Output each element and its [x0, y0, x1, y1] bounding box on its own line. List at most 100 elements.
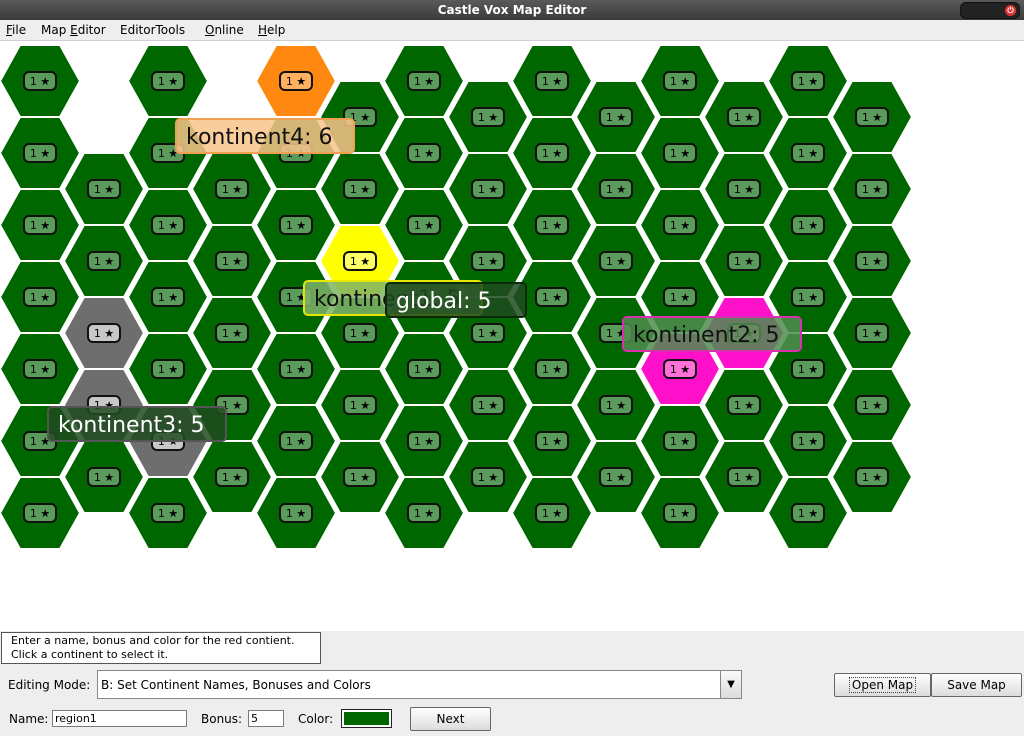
hex-region[interactable]: 1 ★ — [318, 152, 402, 226]
bonus-input[interactable] — [248, 710, 284, 727]
hex-region[interactable]: 1 ★ — [190, 440, 274, 514]
hex-region[interactable]: 1 ★ — [126, 188, 210, 262]
menu-editortools[interactable]: EditorTools — [120, 23, 185, 37]
hex-region[interactable]: 1 ★ — [830, 80, 914, 154]
editing-mode-select[interactable]: B: Set Continent Names, Bonuses and Colo… — [97, 670, 742, 699]
hex-region[interactable]: 1 ★ — [574, 440, 658, 514]
map-canvas[interactable]: 1 ★ 1 ★ 1 ★ 1 ★ 1 ★ 1 ★ 1 ★ 1 ★ 1 ★ 1 ★ 1 ★ 1 ★ 1 ★ 1… — [0, 41, 1024, 631]
open-map-button[interactable]: Open Map — [834, 673, 931, 697]
hex-region[interactable]: 1 ★ — [766, 44, 850, 118]
hex-region[interactable]: 1 ★ — [510, 44, 594, 118]
hex-region[interactable]: 1 ★ — [382, 404, 466, 478]
hex-region[interactable]: 1 ★ — [382, 188, 466, 262]
hex-region[interactable]: 1 ★ — [0, 476, 82, 550]
hex-region[interactable]: 1 ★ — [126, 260, 210, 334]
hex-region[interactable]: 1 ★ — [574, 368, 658, 442]
hex-region[interactable]: 1 ★ — [446, 152, 530, 226]
region-badge-text: 1 ★ — [286, 507, 306, 520]
hex-region[interactable]: 1 ★ — [382, 44, 466, 118]
hex-region[interactable]: 1 ★ — [638, 116, 722, 190]
hex-region[interactable]: 1 ★ — [126, 332, 210, 406]
hex-region[interactable]: 1 ★ — [126, 476, 210, 550]
hex-region[interactable]: 1 ★ — [510, 332, 594, 406]
hex-region[interactable]: 1 ★ — [766, 116, 850, 190]
hex-region[interactable]: 1 ★ — [830, 296, 914, 370]
continent-label[interactable]: kontinent3: 5 — [47, 406, 227, 442]
continent-label[interactable]: kontinent2: 5 — [622, 316, 802, 352]
hex-region[interactable]: 1 ★ — [574, 152, 658, 226]
region-badge-text: 1 ★ — [862, 327, 882, 340]
hex-map[interactable]: 1 ★ 1 ★ 1 ★ 1 ★ 1 ★ 1 ★ 1 ★ 1 ★ 1 ★ 1 ★ 1 ★ 1 ★ 1 ★ 1… — [0, 41, 1024, 631]
hex-region[interactable]: 1 ★ — [318, 440, 402, 514]
region-badge-text: 1 ★ — [542, 147, 562, 160]
window-controls[interactable]: ⏻ — [960, 2, 1020, 19]
hex-region[interactable]: 1 ★ — [382, 332, 466, 406]
hex-region[interactable]: 1 ★ — [318, 368, 402, 442]
continent-label[interactable]: global: 5 — [385, 282, 527, 318]
hex-region[interactable]: 1 ★ — [702, 80, 786, 154]
hex-region[interactable]: 1 ★ — [190, 296, 274, 370]
save-map-button[interactable]: Save Map — [931, 673, 1022, 697]
hex-region[interactable]: 1 ★ — [62, 440, 146, 514]
hex-region[interactable]: 1 ★ — [62, 224, 146, 298]
hex-region[interactable]: 1 ★ — [638, 44, 722, 118]
hex-region[interactable]: 1 ★ — [0, 260, 82, 334]
hex-region[interactable]: 1 ★ — [382, 116, 466, 190]
hex-region[interactable]: 1 ★ — [574, 224, 658, 298]
hex-region[interactable]: 1 ★ — [702, 152, 786, 226]
next-button[interactable]: Next — [410, 707, 491, 731]
region-badge-text: 1 ★ — [670, 219, 690, 232]
hex-region[interactable]: 1 ★ — [510, 188, 594, 262]
hex-region[interactable]: 1 ★ — [638, 188, 722, 262]
hex-region[interactable]: 1 ★ — [254, 476, 338, 550]
menu-map-editor[interactable]: Map Editor — [41, 23, 106, 37]
region-badge-text: 1 ★ — [734, 111, 754, 124]
hex-region[interactable]: 1 ★ — [0, 44, 82, 118]
hex-region[interactable]: 1 ★ — [830, 152, 914, 226]
hex-region[interactable]: 1 ★ — [766, 188, 850, 262]
region-badge-text: 1 ★ — [414, 75, 434, 88]
hex-region[interactable]: 1 ★ — [382, 476, 466, 550]
hex-region[interactable]: 1 ★ — [702, 224, 786, 298]
window-titlebar: Castle Vox Map Editor ⏻ — [0, 0, 1024, 20]
chevron-down-icon[interactable]: ▼ — [720, 671, 741, 698]
hex-region[interactable]: 1 ★ — [0, 188, 82, 262]
hex-region[interactable]: 1 ★ — [254, 44, 338, 118]
hex-region[interactable]: 1 ★ — [190, 152, 274, 226]
hex-region[interactable]: 1 ★ — [446, 368, 530, 442]
region-badge-text: 1 ★ — [862, 111, 882, 124]
hex-region[interactable]: 1 ★ — [190, 224, 274, 298]
close-icon[interactable]: ⏻ — [1005, 5, 1016, 16]
hex-region[interactable]: 1 ★ — [830, 368, 914, 442]
hex-region[interactable]: 1 ★ — [702, 368, 786, 442]
hex-region[interactable]: 1 ★ — [766, 476, 850, 550]
hex-region[interactable]: 1 ★ — [254, 332, 338, 406]
hex-region[interactable]: 1 ★ — [0, 116, 82, 190]
hex-region[interactable]: 1 ★ — [446, 80, 530, 154]
hex-region[interactable]: 1 ★ — [446, 440, 530, 514]
name-input[interactable] — [52, 710, 187, 727]
hex-region[interactable]: 1 ★ — [830, 440, 914, 514]
hex-region[interactable]: 1 ★ — [830, 224, 914, 298]
hex-region[interactable]: 1 ★ — [510, 116, 594, 190]
hex-region[interactable]: 1 ★ — [62, 296, 146, 370]
hex-region[interactable]: 1 ★ — [254, 188, 338, 262]
hex-region[interactable]: 1 ★ — [766, 404, 850, 478]
continent-label[interactable]: kontinent4: 6 — [175, 118, 355, 154]
region-badge-text: 1 ★ — [30, 219, 50, 232]
menu-online[interactable]: Online — [205, 23, 244, 37]
hex-region[interactable]: 1 ★ — [702, 440, 786, 514]
hex-region[interactable]: 1 ★ — [510, 404, 594, 478]
color-swatch[interactable] — [341, 709, 392, 728]
menu-file[interactable]: File — [6, 23, 26, 37]
menu-help[interactable]: Help — [258, 23, 285, 37]
hex-region[interactable]: 1 ★ — [638, 476, 722, 550]
hex-region[interactable]: 1 ★ — [62, 152, 146, 226]
hex-region[interactable]: 1 ★ — [254, 404, 338, 478]
hex-region[interactable]: 1 ★ — [126, 44, 210, 118]
hex-region[interactable]: 1 ★ — [0, 332, 82, 406]
hex-region[interactable]: 1 ★ — [510, 476, 594, 550]
hex-region[interactable]: 1 ★ — [638, 404, 722, 478]
menubar: File Map Editor EditorTools Online Help — [0, 20, 1024, 41]
hex-region[interactable]: 1 ★ — [574, 80, 658, 154]
